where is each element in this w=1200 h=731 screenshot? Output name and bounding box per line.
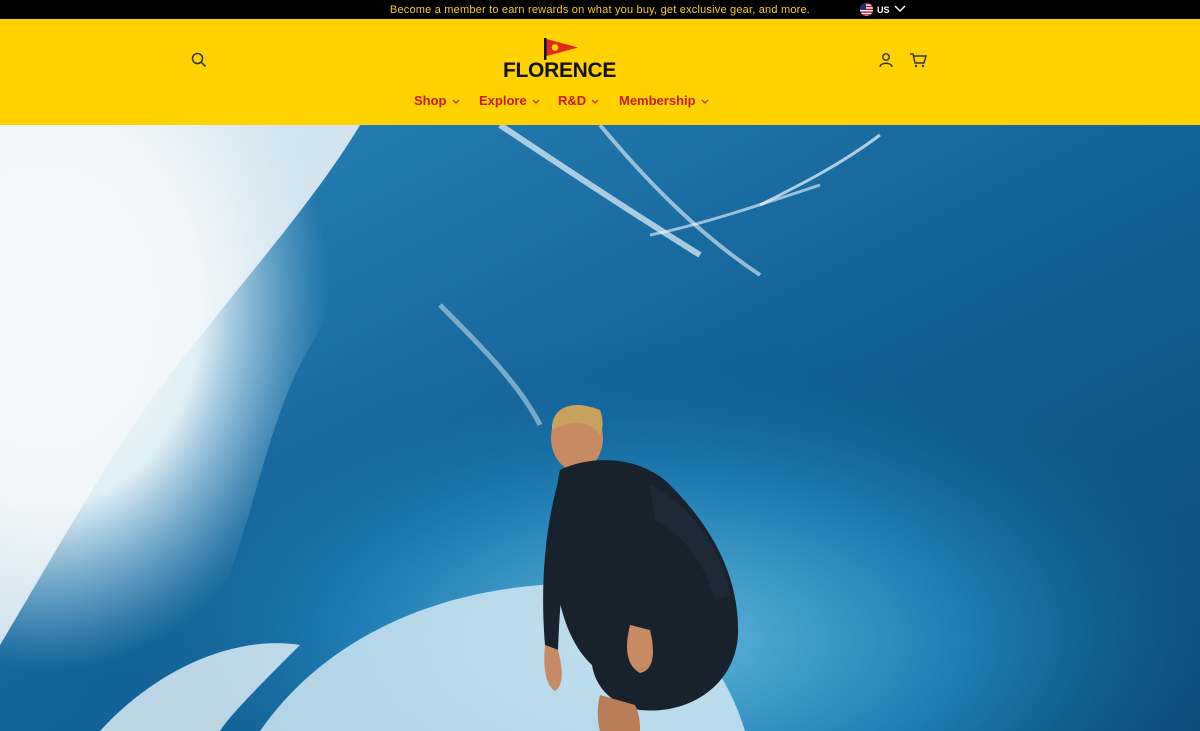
pennant-flag-icon [544,38,578,60]
chevron-down-icon [532,93,540,108]
main-nav: Shop Explore R&D Membership [0,93,1200,111]
hero-image[interactable] [0,125,1200,731]
chevron-down-icon [893,4,906,15]
chevron-down-icon [701,93,709,108]
brand-name: FLORENCE [503,59,617,82]
nav-item-label: R&D [558,93,587,108]
nav-item-shop[interactable]: Shop [414,93,460,108]
search-icon[interactable] [188,49,210,71]
announcement-text: Become a member to earn rewards on what … [389,3,811,16]
account-icon[interactable] [875,49,897,71]
nav-item-label: Shop [414,93,447,108]
locale-selector[interactable]: US [860,2,906,17]
nav-item-explore[interactable]: Explore [479,93,540,108]
cart-icon[interactable] [907,49,929,71]
us-flag-icon [860,3,873,16]
nav-item-rnd[interactable]: R&D [558,93,599,108]
announcement-bar: Become a member to earn rewards on what … [0,0,1200,19]
nav-item-membership[interactable]: Membership [619,93,709,108]
locale-country: US [877,4,890,15]
nav-item-label: Explore [479,93,527,108]
chevron-down-icon [452,93,460,108]
chevron-down-icon [591,93,599,108]
nav-item-label: Membership [619,93,696,108]
site-header: FLORENCE Shop Explore R&D Membership [0,19,1200,125]
surfer-in-barrel-wave-image [0,125,1200,731]
